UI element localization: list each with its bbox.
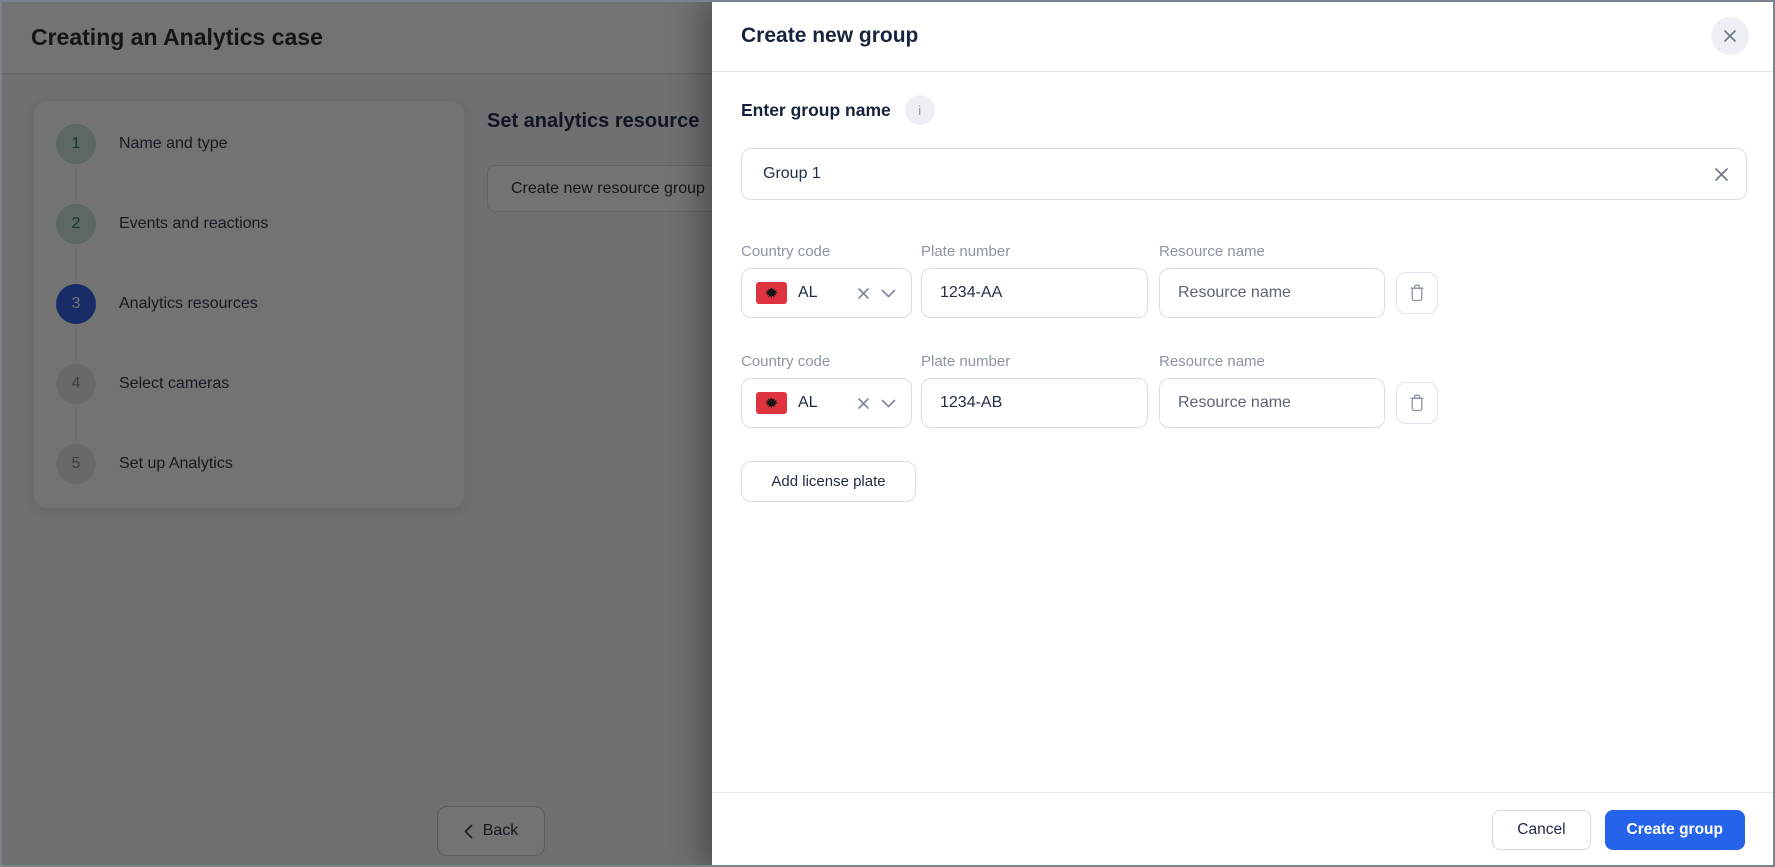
trash-icon (1409, 284, 1425, 302)
cancel-button[interactable]: Cancel (1492, 810, 1590, 850)
group-name-section: Enter group name i (741, 95, 935, 125)
clear-group-name-button[interactable] (1709, 162, 1733, 186)
clear-selection-icon[interactable] (857, 397, 870, 410)
plate-number-input[interactable] (921, 378, 1148, 428)
select-icons (857, 287, 896, 300)
clear-selection-icon[interactable] (857, 287, 870, 300)
screen: Creating an Analytics case 1 Name and ty… (0, 0, 1775, 867)
country-code-select[interactable]: AL (741, 268, 912, 318)
country-code-value: AL (798, 284, 818, 302)
group-name-label: Enter group name (741, 100, 891, 121)
plate-number-label: Plate number (921, 243, 1010, 260)
albania-flag-icon (756, 282, 787, 304)
close-button[interactable] (1711, 17, 1749, 55)
clear-icon (1713, 166, 1730, 183)
drawer-header: Create new group (712, 0, 1775, 72)
resource-name-label: Resource name (1159, 243, 1265, 260)
group-name-input[interactable] (741, 148, 1747, 200)
add-license-plate-button[interactable]: Add license plate (741, 461, 916, 502)
create-new-group-drawer: Create new group Enter group name i Coun… (712, 0, 1775, 867)
country-code-label: Country code (741, 243, 830, 260)
drawer-footer: Cancel Create group (712, 792, 1775, 867)
create-group-button[interactable]: Create group (1605, 810, 1745, 850)
select-icons (857, 397, 896, 410)
resource-name-input[interactable] (1159, 268, 1385, 318)
albania-flag-icon (756, 392, 787, 414)
country-code-value: AL (798, 394, 818, 412)
delete-plate-row-button[interactable] (1396, 382, 1438, 424)
plate-number-input[interactable] (921, 268, 1148, 318)
delete-plate-row-button[interactable] (1396, 272, 1438, 314)
plate-number-label: Plate number (921, 353, 1010, 370)
info-icon[interactable]: i (905, 95, 935, 125)
resource-name-label: Resource name (1159, 353, 1265, 370)
trash-icon (1409, 394, 1425, 412)
close-icon (1722, 28, 1738, 44)
drawer-title: Create new group (741, 24, 918, 48)
group-name-field-wrap (741, 148, 1747, 200)
chevron-down-icon[interactable] (881, 399, 896, 408)
country-code-label: Country code (741, 353, 830, 370)
country-code-select[interactable]: AL (741, 378, 912, 428)
resource-name-input[interactable] (1159, 378, 1385, 428)
chevron-down-icon[interactable] (881, 289, 896, 298)
